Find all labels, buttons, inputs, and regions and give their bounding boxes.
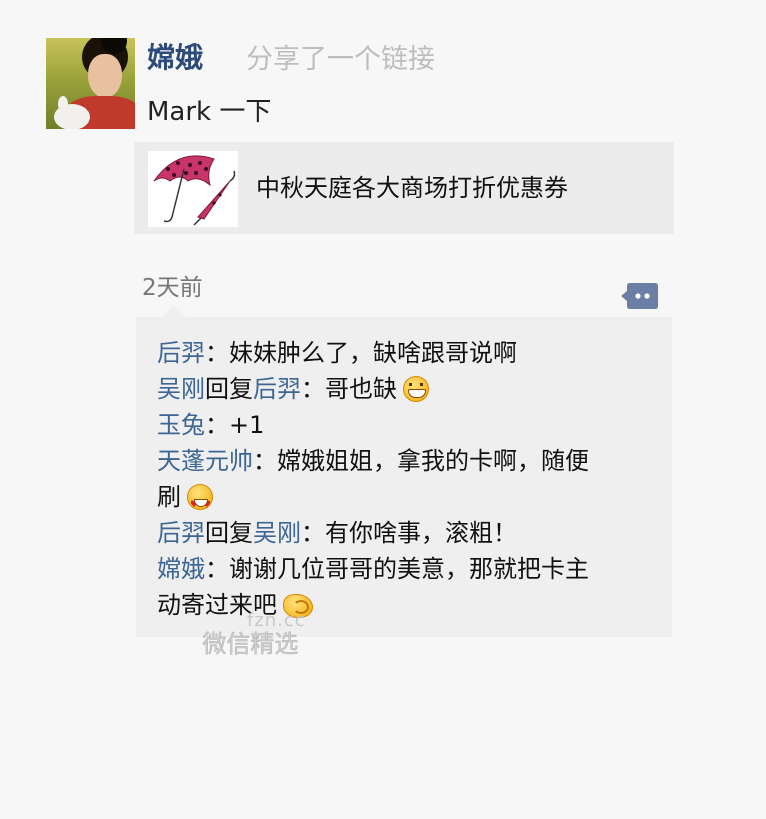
avatar-rabbit <box>54 104 90 129</box>
comments-panel: 后羿：妹妹肿么了，缺啥跟哥说啊 吴刚回复后羿：哥也缺 玉兔：+1 天蓬元帅：嫦娥… <box>136 305 672 637</box>
comment-item: 玉兔：+1 <box>157 407 657 443</box>
avatar-face <box>88 54 122 98</box>
comment-user[interactable]: 吴刚 <box>157 375 205 403</box>
comment-text-continued: 刷 <box>157 483 181 511</box>
comment-separator: ： <box>301 375 325 403</box>
grin-emoji-icon <box>403 376 429 402</box>
post-action: 分享了一个链接 <box>246 44 435 75</box>
comment-user[interactable]: 后羿 <box>157 519 205 547</box>
comment-separator: ： <box>205 411 229 439</box>
comment-text: 嫦娥姐姐，拿我的卡啊，随便 <box>277 447 589 475</box>
reply-word: 回复 <box>205 375 253 403</box>
comment-separator: ： <box>205 555 229 583</box>
reply-target-user[interactable]: 吴刚 <box>253 519 301 547</box>
shared-link-title: 中秋天庭各大商场打折优惠券 <box>256 174 568 202</box>
comment-separator: ： <box>301 519 325 547</box>
comment-separator: ： <box>205 339 229 367</box>
comment-item-continued: 刷 <box>157 479 657 523</box>
author-avatar[interactable] <box>46 38 135 129</box>
comment-item: 后羿回复吴刚：有你啥事，滚粗！ <box>157 515 657 551</box>
post-message: Mark 一下 <box>147 97 272 127</box>
umbrella-icon <box>148 151 238 227</box>
comment-text: 有你啥事，滚粗！ <box>325 519 517 547</box>
comment-user[interactable]: 后羿 <box>157 339 205 367</box>
comment-icon[interactable] <box>619 281 659 311</box>
post-timestamp: 2天前 <box>142 275 203 301</box>
reply-word: 回复 <box>205 519 253 547</box>
watermark-text: 微信精选 <box>202 630 299 658</box>
comment-text: +1 <box>229 411 265 439</box>
comment-user[interactable]: 玉兔 <box>157 411 205 439</box>
comment-text: 哥也缺 <box>325 375 397 403</box>
comment-user[interactable]: 嫦娥 <box>157 555 205 583</box>
comment-item: 后羿：妹妹肿么了，缺啥跟哥说啊 <box>157 335 657 371</box>
comment-user[interactable]: 天蓬元帅 <box>157 447 253 475</box>
comment-item: 天蓬元帅：嫦娥姐姐，拿我的卡啊，随便 <box>157 443 657 479</box>
author-name[interactable]: 嫦娥 <box>147 40 203 76</box>
comment-text: 谢谢几位哥哥的美意，那就把卡主 <box>229 555 589 583</box>
shared-link-card[interactable]: 中秋天庭各大商场打折优惠券 <box>134 142 674 234</box>
heart-eyes-emoji-icon <box>187 484 213 523</box>
reply-target-user[interactable]: 后羿 <box>253 375 301 403</box>
comment-item: 嫦娥：谢谢几位哥哥的美意，那就把卡主 <box>157 551 657 587</box>
comment-item: 吴刚回复后羿：哥也缺 <box>157 371 657 407</box>
watermark-domain: fzn.cc <box>247 610 306 631</box>
comment-text: 妹妹肿么了，缺啥跟哥说啊 <box>229 339 517 367</box>
comment-separator: ： <box>253 447 277 475</box>
watermark: fzn.cc 微信精选 <box>195 610 306 658</box>
